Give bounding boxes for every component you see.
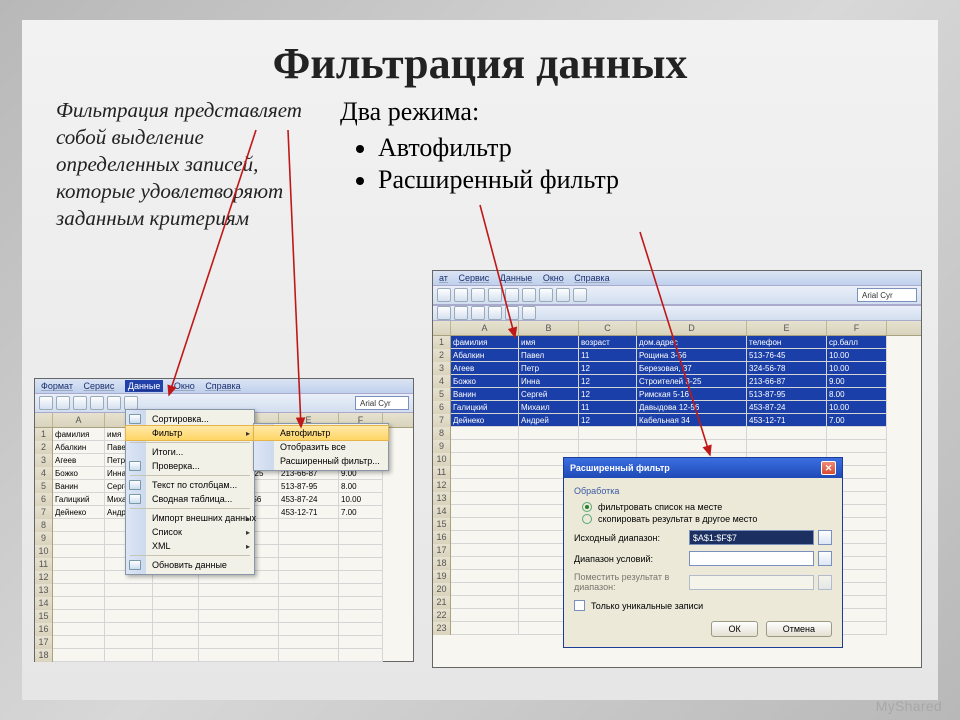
cancel-button[interactable]: Отмена — [766, 621, 832, 637]
menu-item[interactable]: Список▸ — [126, 525, 254, 539]
menu-item[interactable]: Автофильтр — [253, 425, 389, 441]
range-picker-icon[interactable] — [818, 551, 832, 566]
input-dest-range — [689, 575, 814, 590]
toolbar-icon[interactable] — [471, 306, 485, 320]
input-criteria-range[interactable] — [689, 551, 814, 566]
column-headers: A B C D E F — [433, 321, 921, 336]
toolbar-icon[interactable] — [505, 306, 519, 320]
toolbar-icon[interactable] — [437, 306, 451, 320]
toolbar-icon[interactable] — [73, 396, 87, 410]
menu-data[interactable]: Данные — [125, 380, 164, 392]
modes-header: Два режима: — [340, 97, 904, 127]
toolbar-icon[interactable] — [471, 288, 485, 302]
excel-menubar: ат Сервис Данные Окно Справка — [433, 271, 921, 285]
menu-item[interactable]: Расширенный фильтр... — [254, 454, 388, 468]
excel-toolbar-2 — [433, 305, 921, 321]
font-selector[interactable]: Arial Cyr — [355, 396, 409, 410]
excel-screenshot-right: ат Сервис Данные Окно Справка Arial Cyr … — [432, 270, 922, 668]
checkbox-unique[interactable]: Только уникальные записи — [574, 600, 832, 611]
menu-item[interactable]: Сортировка... — [126, 412, 254, 426]
data-menu: Сортировка...Фильтр▸ Итоги...Проверка... Т… — [125, 409, 255, 575]
dialog-title: Расширенный фильтр — [570, 463, 670, 473]
menu-item[interactable]: Текст по столбцам... — [126, 478, 254, 492]
toolbar-icon[interactable] — [488, 306, 502, 320]
font-selector[interactable]: Arial Cyr — [857, 288, 917, 302]
range-picker-icon[interactable] — [818, 530, 832, 545]
toolbar-icon[interactable] — [437, 288, 451, 302]
menu-tools[interactable]: Сервис — [458, 273, 489, 283]
menu-window[interactable]: Окно — [543, 273, 564, 283]
menu-item[interactable]: Обновить данные — [126, 558, 254, 572]
menu-tools[interactable]: Сервис — [84, 381, 115, 391]
advanced-filter-dialog: Расширенный фильтр ✕ Обработка фильтрова… — [563, 457, 843, 648]
label-source-range: Исходный диапазон: — [574, 533, 685, 543]
menu-item[interactable]: Итоги... — [126, 445, 254, 459]
input-source-range[interactable] — [689, 530, 814, 545]
menu-format[interactable]: ат — [439, 273, 448, 283]
menu-item[interactable]: Проверка... — [126, 459, 254, 473]
excel-screenshot-left: Формат Сервис Данные Окно Справка Arial … — [34, 378, 414, 662]
mode-item: Расширенный фильтр — [378, 165, 904, 195]
toolbar-icon[interactable] — [39, 396, 53, 410]
toolbar-icon[interactable] — [56, 396, 70, 410]
description-text: Фильтрация представляет собой выделение … — [56, 97, 316, 231]
toolbar-icon[interactable] — [573, 288, 587, 302]
toolbar-icon[interactable] — [107, 396, 121, 410]
watermark: MyShared — [876, 698, 942, 714]
menu-data[interactable]: Данные — [500, 273, 533, 283]
menu-help[interactable]: Справка — [205, 381, 240, 391]
menu-item[interactable]: XML▸ — [126, 539, 254, 553]
dialog-group-label: Обработка — [574, 486, 832, 496]
toolbar-icon[interactable] — [488, 288, 502, 302]
range-picker-icon — [818, 575, 832, 590]
label-dest-range: Поместить результат в диапазон: — [574, 572, 685, 592]
toolbar-icon[interactable] — [124, 396, 138, 410]
radio-filter-inplace[interactable]: фильтровать список на месте — [582, 502, 832, 512]
menu-format[interactable]: Формат — [41, 381, 73, 391]
label-criteria-range: Диапазон условий: — [574, 554, 685, 564]
toolbar-icon[interactable] — [90, 396, 104, 410]
toolbar-icon[interactable] — [522, 306, 536, 320]
excel-menubar: Формат Сервис Данные Окно Справка — [35, 379, 413, 393]
menu-help[interactable]: Справка — [574, 273, 609, 283]
toolbar-icon[interactable] — [556, 288, 570, 302]
toolbar-icon[interactable] — [454, 288, 468, 302]
menu-item[interactable]: Фильтр▸ — [125, 425, 255, 441]
toolbar-icon[interactable] — [454, 306, 468, 320]
toolbar-icon[interactable] — [505, 288, 519, 302]
menu-item[interactable]: Импорт внешних данных▸ — [126, 511, 254, 525]
toolbar-icon[interactable] — [539, 288, 553, 302]
menu-item[interactable]: Отобразить все — [254, 440, 388, 454]
menu-item[interactable]: Сводная таблица... — [126, 492, 254, 506]
excel-toolbar: Arial Cyr — [433, 285, 921, 305]
toolbar-icon[interactable] — [522, 288, 536, 302]
slide-title: Фильтрация данных — [56, 38, 904, 89]
mode-item: Автофильтр — [378, 133, 904, 163]
close-icon[interactable]: ✕ — [821, 461, 836, 475]
menu-window[interactable]: Окно — [174, 381, 195, 391]
radio-copy-elsewhere[interactable]: скопировать результат в другое место — [582, 514, 832, 524]
ok-button[interactable]: ОК — [711, 621, 757, 637]
filter-submenu: АвтофильтрОтобразить всеРасширенный филь… — [253, 423, 389, 471]
